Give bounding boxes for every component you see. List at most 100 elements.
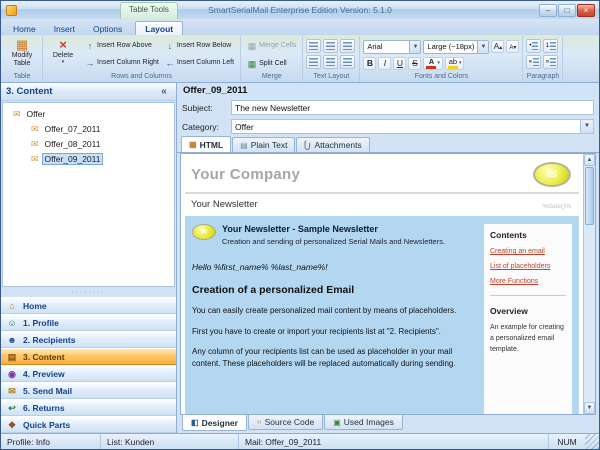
newsletter-icon: ✉ [192,224,216,240]
align-icon [309,58,319,66]
underline-button[interactable]: U [393,56,407,70]
tab-attachments[interactable]: Attachments [296,137,370,152]
group-label-paragraph: Paragraph [526,73,560,80]
tree-item-offer-09-2011[interactable]: ✉ Offer_09_2011 [3,151,174,166]
split-cell-button[interactable]: ▦ Split Cell [244,56,299,72]
font-size-combo[interactable]: Large (~18px) ▼ [423,39,490,54]
align-top-center-button[interactable] [323,39,339,53]
panel-title: 3. Content [6,86,53,97]
indent-button[interactable]: » [543,55,559,69]
align-bottom-right-button[interactable] [340,55,356,69]
highlight-swatch-icon [447,65,458,69]
indent-icon: » [545,59,550,65]
bold-button[interactable]: B [363,56,377,70]
tab-label: Source Code [264,417,315,427]
insert-column-right-button[interactable]: → Insert Column Right [82,55,162,71]
vertical-scrollbar[interactable]: ▲ ▼ [583,154,595,414]
tree-item-offer-07-2011[interactable]: ✉ Offer_07_2011 [3,121,174,136]
newsletter-body: ✉ Your Newsletter - Sample Newsletter Cr… [185,216,579,414]
mail-item-icon: ✉ [31,153,39,164]
merge-cells-button[interactable]: ▦ Merge Cells [244,38,299,54]
insert-row-below-button[interactable]: ↓ Insert Row Below [162,38,237,54]
chevron-down-icon[interactable]: ▼ [409,40,421,53]
delete-button[interactable]: × Delete ▾ [46,37,80,72]
tab-insert[interactable]: Insert [45,22,84,35]
panel-splitter[interactable]: ········ [1,288,176,297]
sidebar-item-recipients[interactable]: ☻ 2. Recipients [1,331,176,348]
tree-item-offer-08-2011[interactable]: ✉ Offer_08_2011 [3,136,174,151]
tab-designer[interactable]: ◧ Designer [182,415,247,431]
collapse-panel-button[interactable]: « [157,85,171,99]
align-top-right-button[interactable] [340,39,356,53]
maximize-button[interactable]: □ [558,3,576,17]
tab-html[interactable]: ▦ HTML [181,136,232,152]
align-top-left-button[interactable] [306,39,322,53]
tab-source-code[interactable]: ‹› Source Code [247,415,324,430]
align-bottom-left-button[interactable] [306,55,322,69]
category-select[interactable]: Offer ▼ [231,119,594,134]
font-color-button[interactable]: A ▾ [423,56,443,70]
scroll-up-button[interactable]: ▲ [584,154,595,166]
highlight-color-button[interactable]: ab ▾ [444,56,465,70]
link-list-of-placeholders[interactable]: List of placeholders [490,263,566,270]
modify-table-button[interactable]: ▦ Modify Table [5,37,39,72]
link-more-functions[interactable]: More Functions [490,278,566,285]
html-editor: Your Company ✉ Your Newsletter %date()% … [180,153,596,415]
table-icon: ▦ [15,37,29,52]
outdent-button[interactable]: « [526,55,542,69]
sidebar-item-send-mail[interactable]: ✉ 5. Send Mail [1,382,176,399]
preview-icon: ◉ [8,368,16,379]
insert-row-above-button[interactable]: ↑ Insert Row Above [82,38,162,54]
subject-label: Subject: [182,102,213,113]
align-icon [343,42,353,50]
sidebar-item-returns[interactable]: ↩ 6. Returns [1,399,176,416]
grow-font-button[interactable]: A▴ [491,40,505,53]
chevron-down-icon[interactable]: ▼ [580,120,593,133]
contents-heading: Contents [490,230,527,240]
font-size-value: Large (~18px) [427,42,475,51]
tree-item-offer[interactable]: ✉ Offer [3,106,174,121]
delete-dropdown-icon: ▾ [61,59,65,66]
scroll-thumb[interactable] [585,167,594,225]
resize-grip[interactable] [585,434,599,449]
right-panel: Offer_09_2011 Subject: Category: Offer ▼… [177,83,599,433]
tab-home[interactable]: Home [4,22,45,35]
sidebar-item-quick-parts[interactable]: ❖ Quick Parts [1,416,176,433]
close-button[interactable]: × [577,3,595,17]
subject-input[interactable] [231,100,594,115]
app-icon[interactable] [6,4,17,16]
align-bottom-center-button[interactable] [323,55,339,69]
font-family-combo[interactable]: Arial ▼ [363,39,422,54]
strikethrough-button[interactable]: S [408,56,422,70]
chevron-down-icon[interactable]: ▾ [437,60,440,66]
ribbon-group-fonts-colors: Arial ▼ Large (~18px) ▼ A▴ A▾ B I U S A … [360,36,524,82]
tab-used-images[interactable]: ▣ Used Images [324,415,403,430]
scroll-down-button[interactable]: ▼ [584,402,595,414]
minimize-button[interactable]: – [539,3,557,17]
sidebar-item-preview[interactable]: ◉ 4. Preview [1,365,176,382]
tab-plain-text[interactable]: ▤ Plain Text [232,137,296,152]
group-label-table: Table [13,73,31,80]
insert-column-left-button[interactable]: ← Insert Column Left [162,55,237,71]
tab-options[interactable]: Options [84,22,131,35]
quick-parts-icon: ❖ [7,419,17,430]
divider [490,295,566,296]
sidebar-item-content[interactable]: ▤ 3. Content [1,348,176,365]
row-below-icon: ↓ [167,40,173,51]
tab-label: Attachments [314,140,362,150]
ribbon-tab-row: Home Insert Options Layout [1,19,599,35]
mail-canvas[interactable]: Your Company ✉ Your Newsletter %date()% … [181,154,583,414]
numbered-list-button[interactable]: 1 [543,39,559,53]
chevron-down-icon[interactable]: ▾ [459,60,462,66]
tab-layout[interactable]: Layout [135,21,184,35]
bullet-list-button[interactable]: • [526,39,542,53]
returns-icon: ↩ [8,402,16,413]
sidebar-item-profile[interactable]: ☺ 1. Profile [1,314,176,331]
mail-title: Offer_09_2011 [183,85,248,96]
body-paragraph: Any column of your recipients list can b… [192,347,456,368]
italic-button[interactable]: I [378,56,392,70]
sidebar-item-home[interactable]: ⌂ Home [1,297,176,314]
chevron-down-icon[interactable]: ▼ [477,40,489,53]
shrink-font-button[interactable]: A▾ [506,40,520,53]
link-creating-an-email[interactable]: Creating an email [490,248,566,255]
